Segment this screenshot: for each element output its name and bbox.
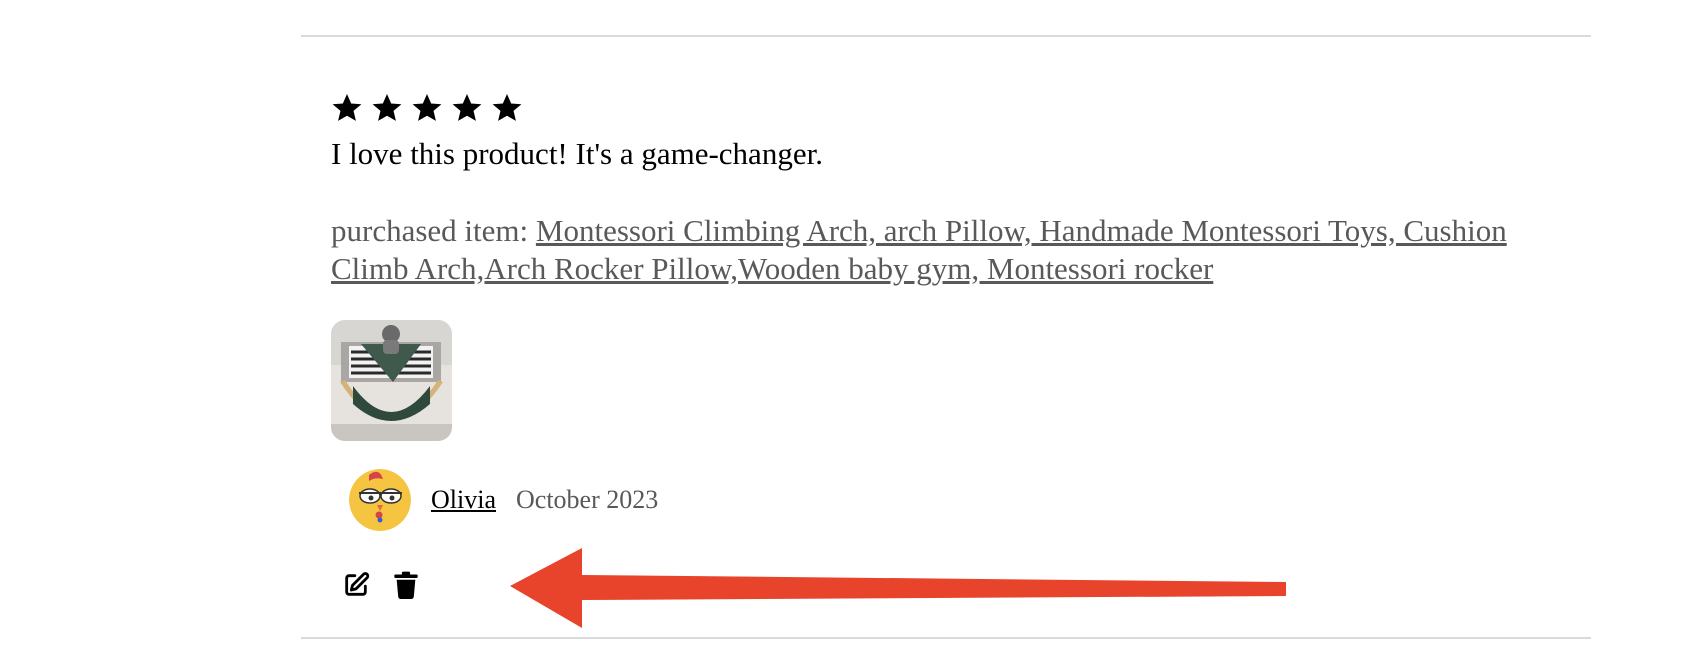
purchased-label: purchased item:: [331, 213, 536, 248]
delete-review-button[interactable]: [391, 570, 421, 600]
edit-icon: [345, 572, 370, 596]
avatar[interactable]: [349, 469, 411, 531]
star-icon: [411, 92, 443, 124]
star-icon: [491, 92, 523, 124]
review-photo[interactable]: [331, 320, 452, 441]
purchased-item: purchased item: Montessori Climbing Arch…: [331, 212, 1581, 288]
review-card: I love this product! It's a game-changer…: [331, 86, 1591, 599]
edit-review-button[interactable]: [341, 570, 371, 600]
top-divider: [301, 35, 1591, 37]
bottom-divider: [301, 637, 1591, 639]
review-author: Olivia October 2023: [349, 469, 658, 531]
star-rating: [331, 86, 1591, 130]
star-icon: [371, 92, 403, 124]
author-name-link[interactable]: Olivia: [431, 485, 496, 515]
annotation-arrow: [510, 548, 1290, 633]
review-actions: [341, 570, 421, 600]
review-date: October 2023: [516, 485, 659, 514]
product-photo-icon: [331, 320, 452, 441]
cartoon-bird-avatar-icon: [349, 469, 411, 531]
review-text: I love this product! It's a game-changer…: [331, 136, 823, 171]
trash-icon: [394, 571, 418, 599]
star-icon: [331, 92, 363, 124]
star-icon: [451, 92, 483, 124]
